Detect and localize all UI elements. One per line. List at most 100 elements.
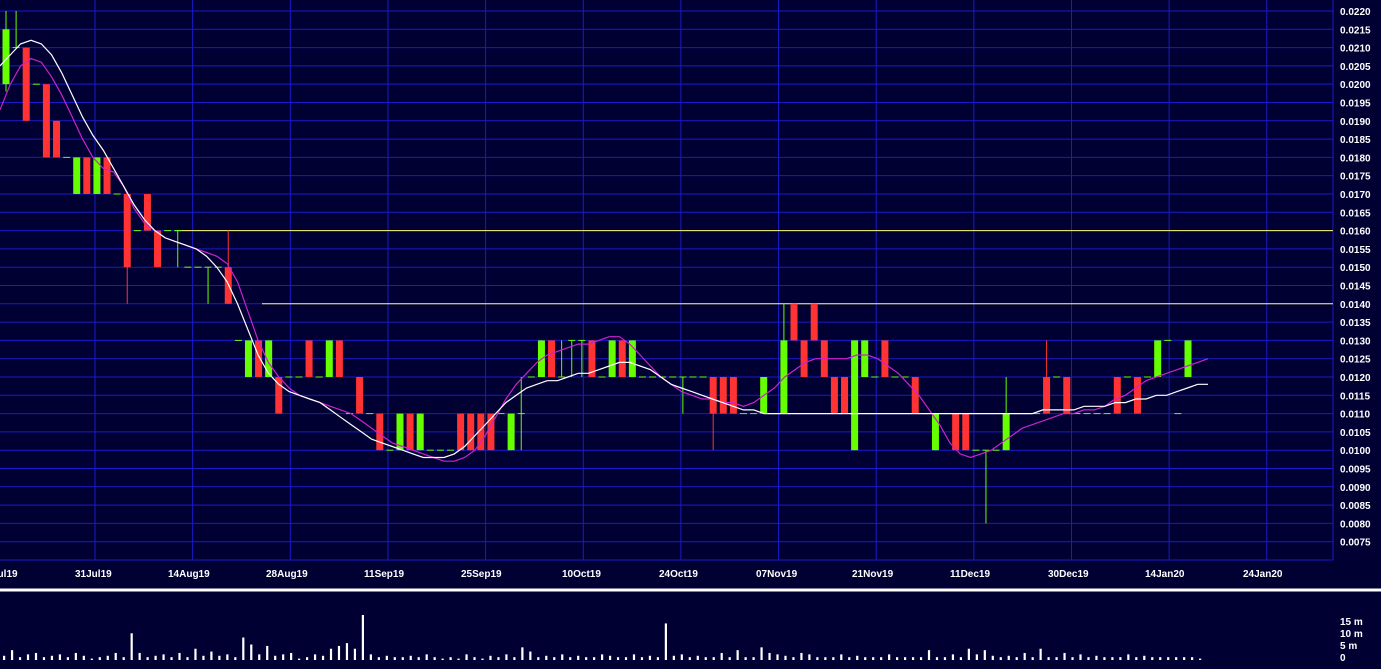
volume-bar xyxy=(345,643,349,660)
candle-body xyxy=(154,230,162,268)
volume-bar xyxy=(162,654,165,660)
volume-bar xyxy=(417,657,420,660)
volume-bar xyxy=(991,655,994,660)
candle-body xyxy=(1113,376,1121,414)
moving-averages xyxy=(0,39,1209,462)
x-tick-label: 30Dec19 xyxy=(1048,569,1089,580)
volume-bars xyxy=(3,615,1202,660)
candle-body xyxy=(709,376,717,414)
volume-bar xyxy=(178,652,181,660)
volume-bar xyxy=(409,655,412,660)
x-tick-label: 24Jan20 xyxy=(1243,569,1283,580)
volume-bar xyxy=(210,651,213,660)
y-tick-label: 0.0110 xyxy=(1340,410,1370,421)
candle-body xyxy=(103,157,111,194)
volume-bar xyxy=(712,657,715,660)
volume-bar xyxy=(98,657,101,660)
volume-bar xyxy=(943,657,947,660)
volume-bar xyxy=(760,647,763,660)
volume-bar xyxy=(90,658,93,660)
volume-bar xyxy=(393,657,396,660)
volume-bar xyxy=(1095,655,1098,660)
y-tick-label: 0.0170 xyxy=(1340,190,1371,201)
volume-bar xyxy=(864,657,867,660)
volume-bar xyxy=(585,657,588,660)
candle-body xyxy=(244,340,252,377)
y-tick-label: 0.0155 xyxy=(1340,245,1371,256)
y-tick-label: 0.0090 xyxy=(1340,483,1371,494)
y-tick-label: 0.0120 xyxy=(1340,373,1371,384)
volume-bar xyxy=(888,654,891,660)
volume-bar xyxy=(146,657,149,660)
volume-bar xyxy=(1063,652,1066,660)
y-tick-label: 0.0115 xyxy=(1340,391,1370,402)
candle-body xyxy=(952,413,960,451)
volume-bar xyxy=(298,658,301,660)
candle-body xyxy=(1133,376,1141,414)
volume-bar xyxy=(194,648,197,660)
volume-bar xyxy=(361,615,364,660)
volume-bar xyxy=(1127,654,1130,660)
candle-body xyxy=(53,120,61,158)
volume-bar xyxy=(521,647,524,660)
volume-bar xyxy=(305,657,309,660)
candle-body xyxy=(800,340,808,377)
chart-stage: 0.0075 0.0080 0.0085 0.0090 0.0095 0.0100 0.01… xyxy=(0,0,1381,669)
y-axis-ticks: 0.0075 0.0080 0.0085 0.0090 0.0095 0.0100 0.01… xyxy=(1340,7,1371,549)
y-tick-label: 0.0130 xyxy=(1340,336,1371,347)
candle-body xyxy=(356,376,364,414)
y-tick-label: 0.0145 xyxy=(1340,281,1371,292)
candle-body xyxy=(123,193,131,268)
volume-bar xyxy=(624,657,628,660)
y-tick-label: 0.0210 xyxy=(1340,44,1371,55)
y-tick-label: 0.0195 xyxy=(1340,98,1371,109)
candle-body xyxy=(325,340,333,377)
volume-bar xyxy=(640,657,644,660)
volume-bar xyxy=(1071,657,1074,660)
volume-bar xyxy=(1119,657,1122,660)
y-tick-label: 0.0190 xyxy=(1340,117,1371,128)
volume-bar xyxy=(927,650,931,660)
volume-bar xyxy=(282,654,285,660)
volume-bar xyxy=(401,657,404,660)
candle-body xyxy=(911,376,919,414)
volume-bar xyxy=(489,655,492,660)
volume-bar xyxy=(58,654,62,660)
volume-bar xyxy=(114,652,117,660)
volume-bar xyxy=(50,655,54,660)
volume-bar xyxy=(832,657,835,660)
volume-tick-label: 0 xyxy=(1340,653,1346,664)
volume-bar xyxy=(872,657,875,660)
volume-bar xyxy=(967,648,970,660)
volume-bar xyxy=(696,655,699,660)
x-tick-label: 10Oct19 xyxy=(562,569,601,580)
moving-average-fast-line xyxy=(0,57,1209,462)
volume-bar xyxy=(720,652,723,660)
volume-bar xyxy=(744,657,747,660)
volume-bar xyxy=(274,655,277,660)
y-tick-label: 0.0100 xyxy=(1340,446,1371,457)
volume-bar xyxy=(425,654,428,660)
volume-bar xyxy=(816,657,819,660)
candle-body xyxy=(457,413,465,451)
price-chart: 0.0075 0.0080 0.0085 0.0090 0.0095 0.0100 0.01… xyxy=(0,0,1381,664)
volume-bar xyxy=(3,655,6,660)
volume-bar xyxy=(1039,648,1042,660)
y-tick-label: 0.0180 xyxy=(1340,153,1371,164)
x-tick-label: 21Nov19 xyxy=(852,569,894,580)
volume-bar xyxy=(505,654,508,660)
volume-bar xyxy=(768,652,771,660)
volume-bar xyxy=(74,652,77,660)
candle-body xyxy=(548,340,556,377)
volume-bar xyxy=(728,657,731,660)
volume-bar xyxy=(569,657,572,660)
volume-bar xyxy=(1079,654,1082,660)
volume-bar xyxy=(896,657,899,660)
volume-bar xyxy=(959,657,962,660)
volume-bar xyxy=(226,654,229,660)
volume-bar xyxy=(1087,657,1090,660)
y-tick-label: 0.0140 xyxy=(1340,300,1371,311)
candle-body xyxy=(73,157,81,194)
y-tick-label: 0.0205 xyxy=(1340,62,1371,73)
candle-body xyxy=(719,376,727,414)
